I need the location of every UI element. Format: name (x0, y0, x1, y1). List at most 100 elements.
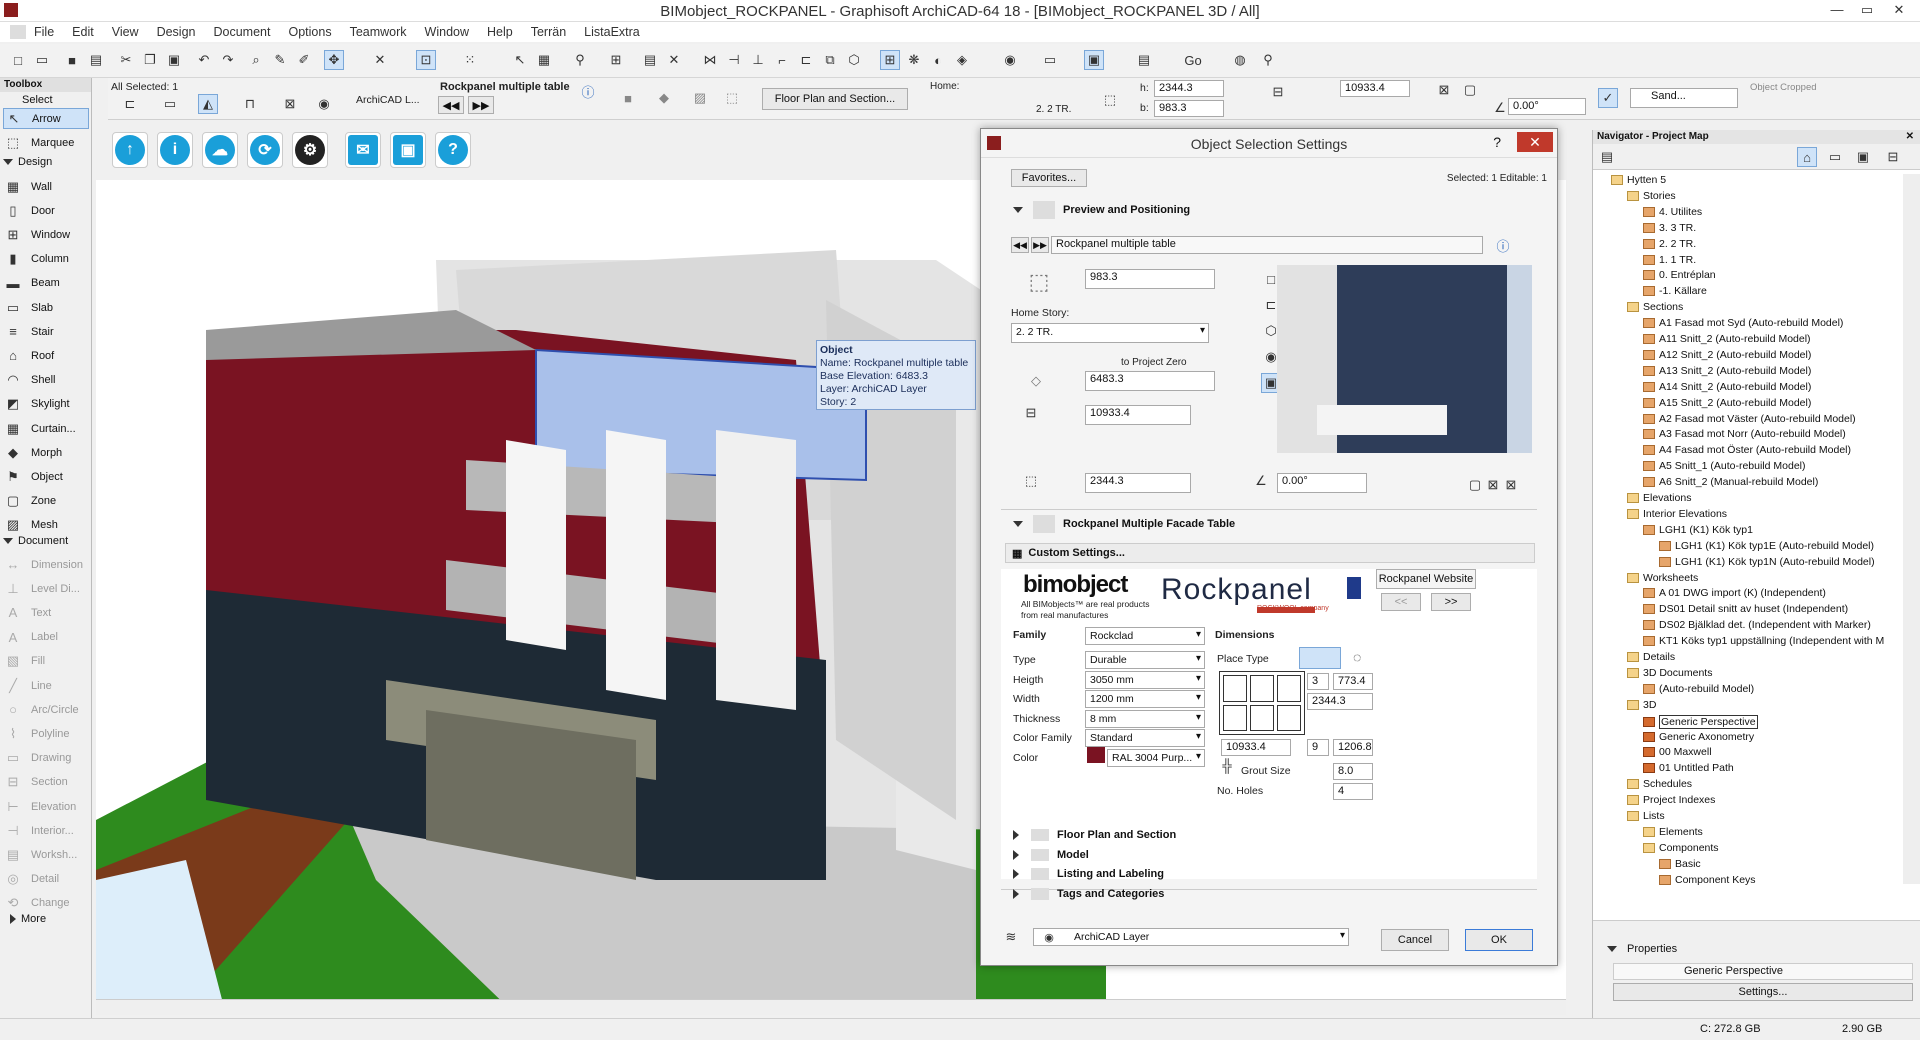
param-select[interactable]: 8 mm (1085, 709, 1205, 728)
tool-marquee[interactable]: ⬚ Marquee (3, 132, 89, 153)
tree-item[interactable]: DS02 Bjälklad det. (Independent with Mar… (1643, 619, 1871, 631)
cloud-upload-icon[interactable]: ↑ (112, 132, 148, 168)
layers-icon[interactable]: ▦ (534, 50, 554, 70)
tree-item[interactable]: -1. Källare (1643, 285, 1707, 297)
menu-listaextra[interactable]: ListaExtra (584, 25, 640, 39)
measure-icon[interactable]: ⊞ (606, 50, 626, 70)
viewport-navigation-bar[interactable] (96, 999, 1566, 1015)
more-section-header[interactable]: More (10, 913, 46, 925)
tree-item[interactable]: A 01 DWG import (K) (Independent) (1643, 587, 1826, 599)
refresh-icon[interactable]: ⟳ (247, 132, 283, 168)
find-select-icon[interactable]: ⌕ (246, 50, 266, 70)
checkbox-icon[interactable]: ⊠ (1434, 80, 1454, 100)
tool-section[interactable]: ⊟ Section (3, 772, 89, 793)
menu-document[interactable]: Document (214, 25, 271, 39)
gravity-icon[interactable]: ✥ (324, 50, 344, 70)
tool-roof[interactable]: ⌂ Roof (3, 345, 89, 366)
menu-view[interactable]: View (112, 25, 139, 39)
param-select[interactable]: 1200 mm (1085, 690, 1205, 709)
menu-file[interactable]: File (34, 25, 54, 39)
tree-item[interactable]: A2 Fasad mot Väster (Auto-rebuild Model) (1643, 413, 1856, 425)
flat-icon[interactable]: ◆ (654, 88, 674, 108)
mail-icon[interactable]: ✉ (345, 132, 381, 168)
info-circle-icon[interactable]: i (157, 132, 193, 168)
layer-eye-icon[interactable]: ◉ (1039, 927, 1059, 947)
render-icon[interactable]: ❋ (904, 50, 924, 70)
tool-curtain[interactable]: ▦ Curtain... (3, 418, 89, 439)
box-icon[interactable]: ■ (618, 88, 638, 108)
wire-icon[interactable]: ⬚ (722, 88, 742, 108)
doc-icon[interactable] (10, 25, 26, 39)
settings-button[interactable]: Settings... (1613, 983, 1913, 1001)
tree-item[interactable]: (Auto-rebuild Model) (1643, 683, 1754, 695)
holes-input[interactable]: 4 (1333, 783, 1373, 800)
place-type-horizontal-icon[interactable] (1299, 647, 1341, 669)
preview-section-header[interactable]: Preview and Positioning (1013, 201, 1190, 219)
table-icon[interactable]: ▤ (640, 50, 660, 70)
fillet-icon[interactable]: ⌐ (772, 50, 792, 70)
custom-settings-bar[interactable]: ▦ Custom Settings... (1005, 543, 1535, 563)
syringe-icon[interactable]: ✐ (294, 50, 314, 70)
properties-header[interactable]: Properties (1607, 943, 1677, 955)
dim-value-1[interactable]: 773.4 (1333, 673, 1373, 690)
tool-wall[interactable]: ▦ Wall (3, 176, 89, 197)
angle-input[interactable]: 0.00° (1277, 473, 1367, 493)
depth-input[interactable]: 2344.3 (1085, 473, 1191, 493)
collapsed-section[interactable]: Floor Plan and Section (1013, 829, 1176, 841)
tool-change[interactable]: ⟲ Change (3, 893, 89, 914)
tree-item[interactable]: A14 Snitt_2 (Auto-rebuild Model) (1643, 381, 1811, 393)
document-section-header[interactable]: Document (3, 535, 68, 547)
redo-icon[interactable]: ↷ (218, 50, 238, 70)
surface-select[interactable]: Sand... (1630, 88, 1738, 108)
elevation-input[interactable]: 6483.3 (1085, 371, 1215, 391)
tree-item[interactable]: 2. 2 TR. (1643, 238, 1696, 250)
width-input[interactable]: 10933.4 (1085, 405, 1191, 425)
go-menu[interactable]: Go (1180, 50, 1206, 70)
tree-item[interactable]: Components (1643, 842, 1719, 854)
globe-icon[interactable]: ◍ (1230, 50, 1250, 70)
cancel-icon[interactable]: ✕ (664, 50, 684, 70)
tree-item[interactable]: Worksheets (1627, 572, 1698, 584)
minimize-icon[interactable]: — (1822, 2, 1852, 17)
tree-item[interactable]: A6 Snitt_2 (Manual-rebuild Model) (1643, 476, 1818, 488)
teamwork-icon[interactable]: ◉ (1000, 50, 1020, 70)
tool-worksh[interactable]: ▤ Worksh... (3, 844, 89, 865)
save-icon[interactable]: ■ (62, 50, 82, 70)
tool-fill[interactable]: ▧ Fill (3, 651, 89, 672)
to-project-zero-label[interactable]: to Project Zero (1121, 357, 1187, 368)
dialog-help-icon[interactable]: ? (1493, 134, 1501, 150)
navigator-close-icon[interactable]: ✕ (1906, 130, 1914, 144)
tree-item[interactable]: Elements (1643, 826, 1703, 838)
place-type-curved-icon[interactable]: ◌ (1353, 649, 1361, 665)
tree-item[interactable]: 00 Maxwell (1643, 746, 1712, 758)
part-info-icon[interactable]: ⓘ (1493, 235, 1513, 255)
tree-item[interactable]: A3 Fasad mot Norr (Auto-rebuild Model) (1643, 428, 1846, 440)
next-page-button[interactable]: >> (1431, 593, 1471, 611)
color-swatch[interactable] (1087, 747, 1105, 763)
tree-scrollbar[interactable] (1903, 174, 1920, 884)
toolbox-bag-icon[interactable]: ▣ (390, 132, 426, 168)
rockpanel-website-button[interactable]: Rockpanel Website (1376, 569, 1476, 589)
tree-item[interactable]: Elevations (1627, 492, 1691, 504)
new-file-icon[interactable]: □ (8, 50, 28, 70)
tree-item[interactable]: Hytten 5 (1611, 174, 1666, 186)
tool-window[interactable]: ⊞ Window (3, 224, 89, 245)
print-icon[interactable]: ▤ (86, 50, 106, 70)
dim-count-1[interactable]: 3 (1307, 673, 1329, 690)
param-select[interactable]: RAL 3004 Purp... (1107, 749, 1205, 767)
tree-item[interactable]: LGH1 (K1) Kök typ1 (1643, 524, 1753, 536)
override-surface-icon[interactable]: ✓ (1598, 88, 1618, 108)
toggle-c-icon[interactable]: ⊠ (1501, 475, 1521, 495)
tool-stair[interactable]: ≡ Stair (3, 321, 89, 342)
collapsed-section[interactable]: Model (1013, 848, 1089, 861)
restore-icon[interactable]: ▭ (1852, 2, 1882, 18)
dim-total-2[interactable]: 10933.4 (1221, 739, 1291, 756)
menu-terran[interactable]: Terrän (531, 25, 566, 39)
tool-slab[interactable]: ▭ Slab (3, 297, 89, 318)
eye-icon[interactable]: ◉ (314, 94, 334, 114)
height-input[interactable]: 983.3 (1085, 269, 1215, 289)
layer-select[interactable]: ArchiCAD Layer (1033, 928, 1349, 946)
tool-zone[interactable]: ▢ Zone (3, 491, 89, 512)
dim-count-2[interactable]: 9 (1307, 739, 1329, 756)
collapsed-section[interactable]: Tags and Categories (1013, 887, 1164, 900)
